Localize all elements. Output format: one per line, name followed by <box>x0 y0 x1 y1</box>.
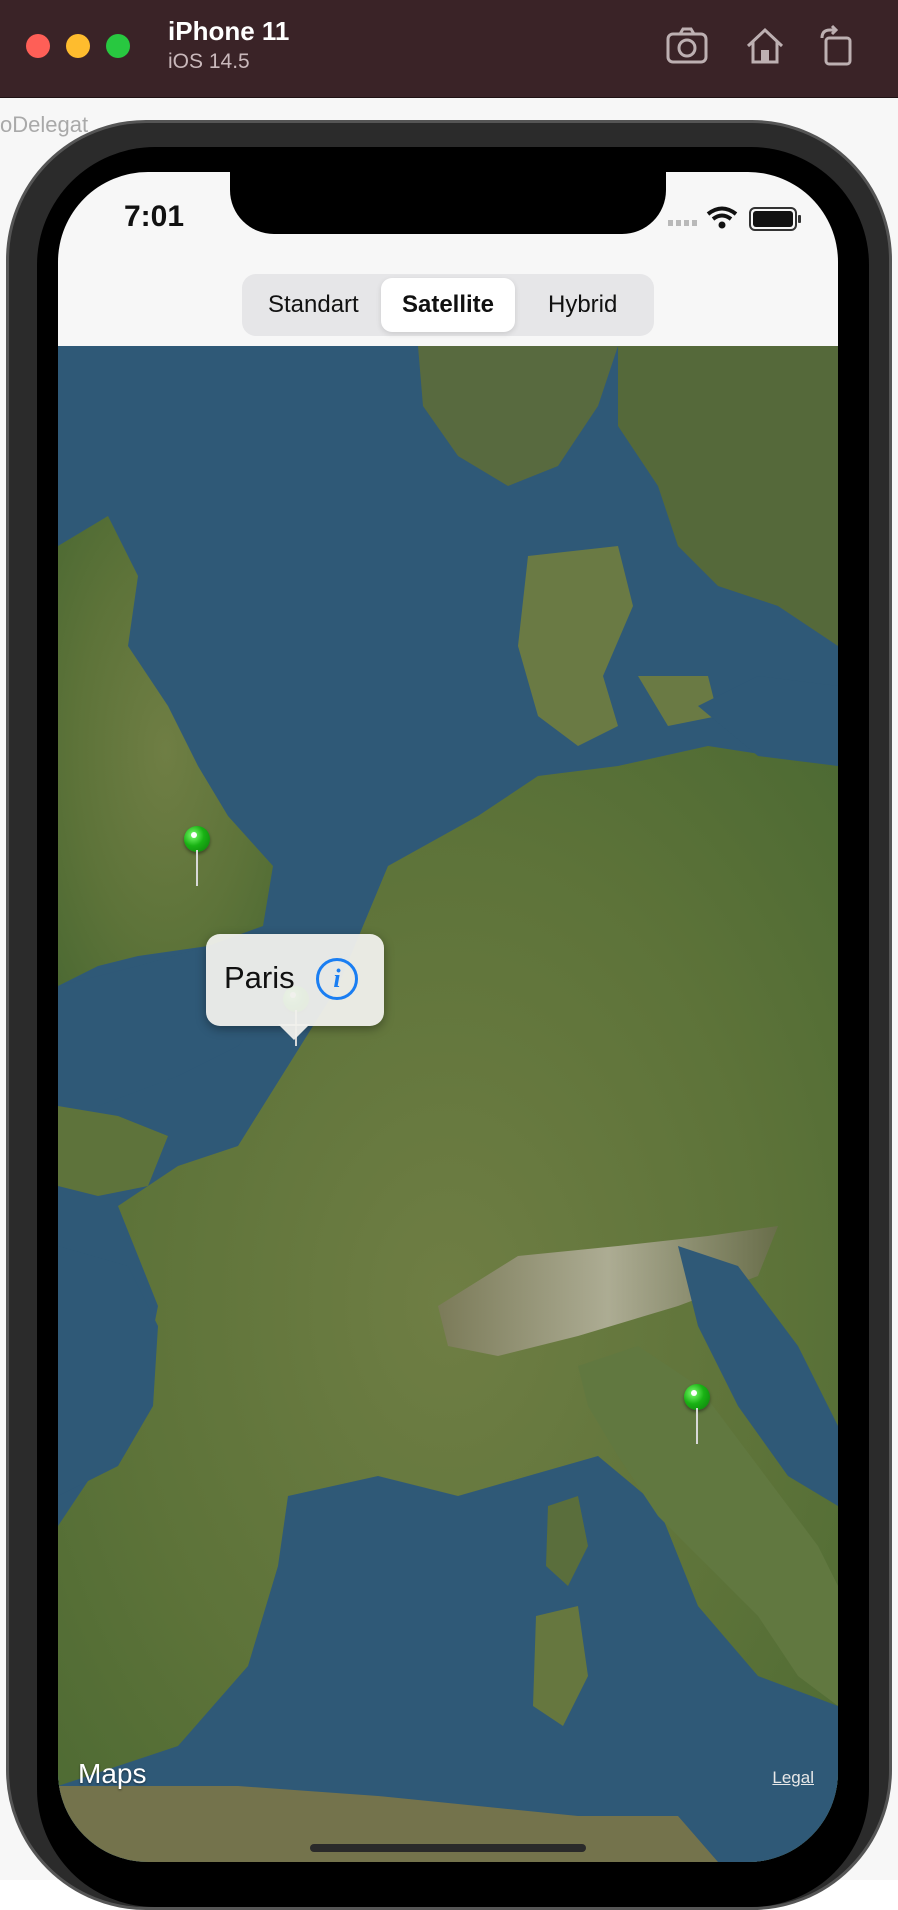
home-icon[interactable] <box>742 24 788 68</box>
segment-standart[interactable]: Standart <box>246 278 381 332</box>
zoom-window-button[interactable] <box>106 34 130 58</box>
legal-link[interactable]: Legal <box>772 1768 814 1788</box>
callout-title: Paris <box>224 960 295 995</box>
os-version: iOS 14.5 <box>168 50 250 73</box>
map-type-segmented-control[interactable]: Standart Satellite Hybrid <box>242 274 654 336</box>
maps-logo-text: Maps <box>78 1758 147 1789</box>
signal-icon <box>668 220 697 226</box>
pin-head <box>684 1384 710 1410</box>
map-pin-rome[interactable] <box>684 1384 710 1444</box>
close-window-button[interactable] <box>26 34 50 58</box>
simulator-titlebar: iPhone 11 iOS 14.5 <box>0 0 898 98</box>
pin-head <box>184 826 210 852</box>
notch <box>230 172 666 234</box>
device-name: iPhone 11 <box>168 16 290 46</box>
minimize-window-button[interactable] <box>66 34 90 58</box>
wifi-icon <box>706 206 738 229</box>
rotate-icon[interactable] <box>814 24 860 68</box>
annotation-callout[interactable]: Paris i <box>206 934 384 1040</box>
map-pin-london[interactable] <box>184 826 210 886</box>
ide-code-fragment: oDelegat <box>0 112 89 137</box>
segment-hybrid[interactable]: Hybrid <box>515 278 650 332</box>
satellite-imagery <box>58 346 838 1862</box>
status-time: 7:01 <box>124 200 185 233</box>
iphone-screen: 7:01 Standart Satellite Hybrid Paris i M… <box>58 172 838 1862</box>
apple-maps-logo: Maps <box>78 1758 146 1790</box>
status-icons <box>668 206 808 232</box>
info-icon[interactable]: i <box>316 958 358 1000</box>
pin-stem <box>196 850 198 886</box>
pin-stem <box>696 1408 698 1444</box>
screenshot-icon[interactable] <box>664 24 710 68</box>
battery-icon <box>749 207 801 231</box>
segment-satellite[interactable]: Satellite <box>380 278 516 332</box>
home-indicator[interactable] <box>310 1844 586 1852</box>
map-view[interactable]: Paris i Maps Legal <box>58 346 838 1862</box>
